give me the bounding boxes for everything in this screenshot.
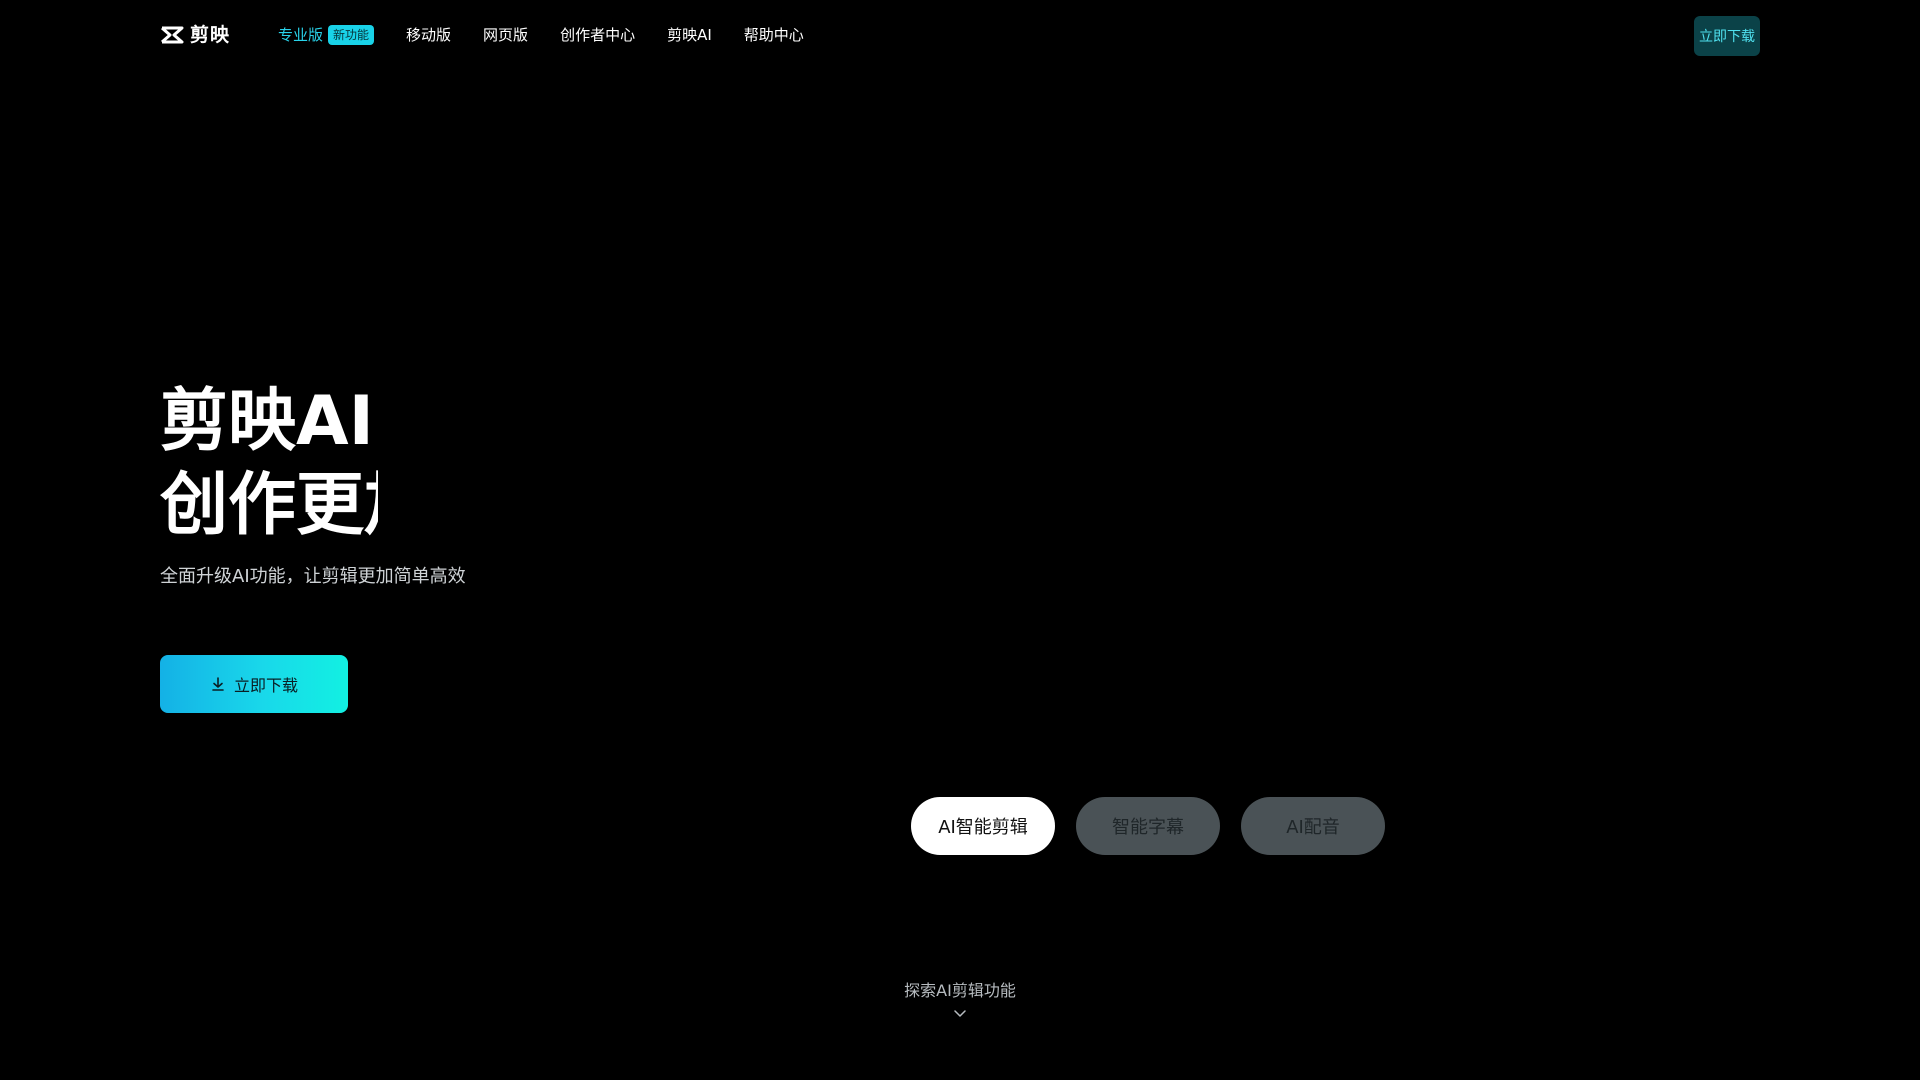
nav-item-label: 专业版 [278, 26, 324, 44]
main-nav: 专业版 新功能 移动版 网页版 创作者中心 剪映AI 帮助中心 [278, 22, 836, 48]
scroll-hint[interactable]: 探索AI剪辑功能 [860, 980, 1060, 1018]
nav-item-help-center[interactable]: 帮助中心 [744, 22, 804, 48]
nav-item-web[interactable]: 网页版 [483, 22, 528, 48]
nav-item-creator-center[interactable]: 创作者中心 [560, 22, 635, 48]
nav-item-mobile[interactable]: 移动版 [406, 22, 451, 48]
hero-title: 剪映AI 创作更加简单 [160, 380, 378, 548]
capcut-logo-icon [161, 26, 184, 44]
brand-name: 剪映 [190, 24, 231, 46]
nav-item-label: 创作者中心 [560, 26, 636, 44]
nav-item-ai[interactable]: 剪映AI [667, 22, 712, 48]
nav-item-professional[interactable]: 专业版 新功能 [278, 22, 375, 48]
feature-tabs: AI智能剪辑 智能字幕 AI配音 [911, 797, 1385, 855]
nav-item-label: 帮助中心 [743, 26, 804, 44]
nav-item-label: 网页版 [483, 26, 529, 44]
top-navigation-bar: 剪映 专业版 新功能 移动版 网页版 创作者中心 剪映AI 帮助中心 立即下载 [0, 0, 1920, 70]
nav-item-label: 剪映AI [667, 26, 712, 44]
nav-item-label: 移动版 [406, 26, 452, 44]
tab-ai-smart-edit[interactable]: AI智能剪辑 [911, 797, 1055, 855]
download-icon [212, 677, 224, 691]
new-feature-badge: 新功能 [328, 25, 375, 45]
scroll-hint-label: 探索AI剪辑功能 [904, 981, 1016, 1000]
tab-smart-subtitles[interactable]: 智能字幕 [1076, 797, 1220, 855]
tab-ai-dubbing[interactable]: AI配音 [1241, 797, 1385, 855]
hero-download-label: 立即下载 [233, 676, 298, 695]
chevron-down-icon [954, 1010, 966, 1017]
page: 剪映 专业版 新功能 移动版 网页版 创作者中心 剪映AI 帮助中心 立即下载 [0, 0, 1920, 1080]
header-download-button[interactable]: 立即下载 [1694, 16, 1760, 56]
hero-title-line-2: 创作更加简单 [160, 466, 378, 545]
hero-subtitle: 全面升级AI功能，让剪辑更加简单高效 [160, 566, 466, 587]
brand-logo[interactable]: 剪映 [160, 24, 230, 46]
hero-download-button[interactable]: 立即下载 [160, 655, 348, 713]
hero-title-line-1: 剪映AI [160, 382, 374, 461]
